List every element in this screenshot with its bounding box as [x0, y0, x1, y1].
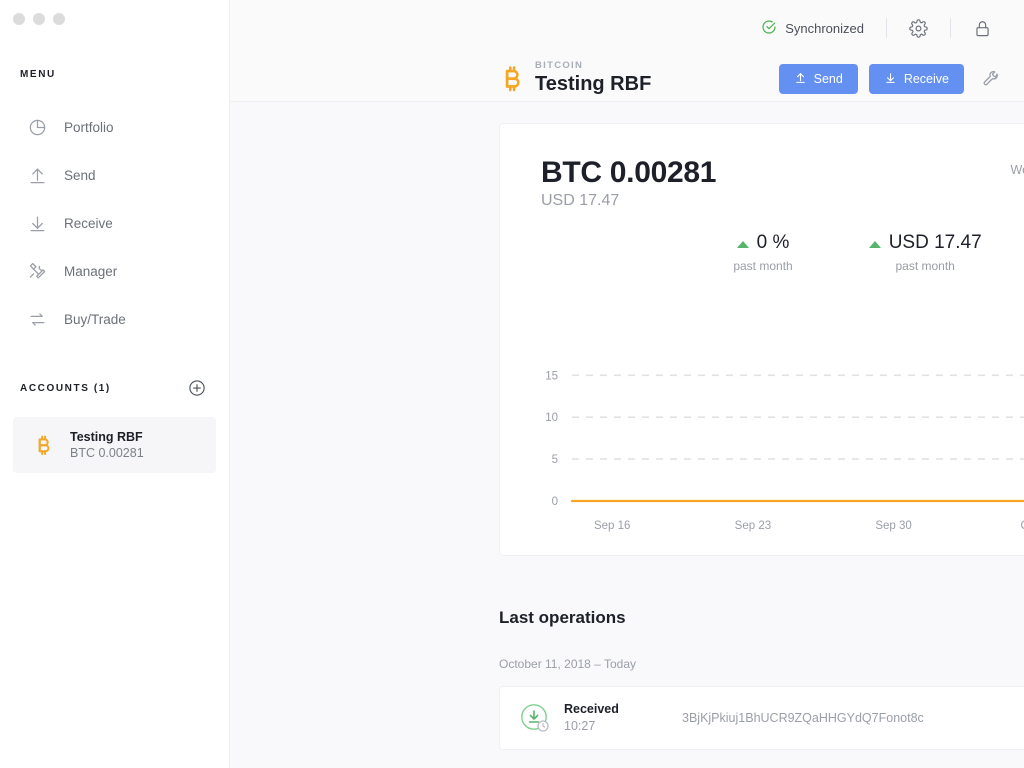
sidebar-item-label: Send — [64, 167, 96, 183]
balance-primary: BTC 0.00281 — [541, 156, 717, 189]
x-axis-tick-label: Oct 7 — [1021, 520, 1024, 532]
x-axis-tick-label: Sep 30 — [875, 520, 911, 532]
send-button[interactable]: Send — [778, 63, 858, 94]
delta-percent-period: past month — [733, 259, 793, 273]
delta-indicators: 0 % past month USD 17.47 past month — [500, 232, 1024, 273]
x-axis-tick-label: Sep 23 — [735, 520, 771, 532]
pie-chart-icon — [26, 116, 48, 138]
delta-fiat-value: USD 17.47 — [888, 232, 982, 253]
top-bar: Synchronized — [230, 0, 1024, 56]
operation-time: 10:27 — [564, 719, 596, 733]
balance-chart[interactable]: 0 5 10 15 Sep 16 Sep 23 Sep 30 Oct 7 — [500, 324, 1024, 539]
account-currency-label: BITCOIN — [535, 60, 584, 71]
bitcoin-icon — [33, 435, 53, 456]
arrow-up-icon — [794, 71, 807, 87]
account-text: Testing RBF BTC 0.00281 — [70, 429, 144, 462]
balance-secondary: USD 17.47 — [541, 192, 620, 209]
tools-icon — [26, 260, 48, 282]
account-balance: BTC 0.00281 — [70, 445, 144, 460]
x-axis-tick-label: Sep 16 — [594, 520, 630, 532]
accounts-section-title: ACCOUNTS (1) — [20, 382, 111, 394]
triangle-up-icon — [868, 240, 881, 248]
wrench-icon[interactable] — [982, 70, 1000, 88]
arrow-down-icon — [884, 71, 897, 87]
account-header: BITCOIN Testing RBF Send Receive — [230, 56, 1024, 102]
table-row[interactable]: Received 10:27 3BjKjPkiuj1BhUCR9ZQaHHGYd… — [499, 686, 1024, 750]
operation-type: Received — [564, 702, 619, 716]
y-axis-tick-label: 5 — [552, 454, 558, 466]
app-window: MENU Portfolio Send Receive Manager Buy/… — [0, 0, 1024, 768]
y-axis-tick-label: 10 — [545, 412, 558, 424]
arrow-down-icon — [26, 212, 48, 234]
sidebar-item-manager[interactable]: Manager — [0, 247, 230, 295]
menu-list: Portfolio Send Receive Manager Buy/Trade — [0, 103, 230, 343]
page-title: Testing RBF — [535, 73, 652, 95]
sidebar-item-receive[interactable]: Receive — [0, 199, 230, 247]
receive-button[interactable]: Receive — [868, 63, 964, 94]
sidebar-account-testing-rbf[interactable]: Testing RBF BTC 0.00281 — [13, 417, 216, 473]
bitcoin-icon — [499, 62, 525, 96]
last-operations-title: Last operations — [499, 608, 626, 627]
y-axis-tick-label: 15 — [545, 370, 558, 382]
divider — [950, 18, 951, 38]
sidebar: MENU Portfolio Send Receive Manager Buy/… — [0, 0, 230, 768]
lock-icon[interactable] — [973, 19, 992, 38]
arrow-up-icon — [26, 164, 48, 186]
send-button-label: Send — [813, 71, 843, 86]
maximize-button[interactable] — [53, 13, 65, 25]
account-name: Testing RBF — [70, 429, 143, 444]
sync-status-label: Synchronized — [785, 20, 864, 36]
operation-meta: Received 10:27 — [564, 701, 682, 735]
receive-button-label: Receive — [903, 71, 949, 86]
minimize-button[interactable] — [33, 13, 45, 25]
sidebar-item-label: Receive — [64, 215, 113, 231]
triangle-up-icon — [736, 240, 749, 248]
gear-icon[interactable] — [909, 18, 928, 38]
window-controls[interactable] — [13, 13, 65, 25]
y-axis-tick-label: 0 — [552, 496, 558, 508]
exchange-icon — [26, 308, 48, 330]
time-range-selector: Week Month Year — [997, 156, 1024, 184]
plus-circle-icon[interactable] — [188, 379, 206, 397]
balance-chart-card: BTC 0.00281 USD 17.47 Week Month Year 0 … — [499, 123, 1024, 556]
operations-date-group: October 11, 2018 – Today — [499, 657, 636, 671]
sidebar-item-send[interactable]: Send — [0, 151, 230, 199]
operation-address: 3BjKjPkiuj1BhUCR9ZQaHHGYdQ7Fonot8c — [682, 711, 924, 725]
check-circle-icon — [761, 19, 777, 38]
sidebar-item-label: Buy/Trade — [64, 311, 126, 327]
sidebar-item-label: Manager — [64, 263, 118, 279]
sidebar-item-buy-trade[interactable]: Buy/Trade — [0, 295, 230, 343]
chart-line — [570, 499, 1024, 503]
tab-week[interactable]: Week — [997, 156, 1024, 184]
delta-percent-value: 0 % — [756, 232, 790, 253]
delta-fiat: USD 17.47 past month — [868, 232, 982, 273]
sidebar-item-portfolio[interactable]: Portfolio — [0, 103, 230, 151]
accounts-section-header: ACCOUNTS (1) — [20, 379, 210, 397]
main-content: Synchronized BITCOIN Testing RBF Send Re… — [230, 0, 1024, 768]
menu-section-title: MENU — [20, 69, 56, 80]
delta-percent: 0 % past month — [733, 232, 792, 273]
divider — [886, 18, 887, 38]
sidebar-item-label: Portfolio — [64, 119, 114, 135]
receive-pending-icon — [520, 703, 550, 733]
sync-status[interactable]: Synchronized — [761, 19, 864, 38]
account-title-block: BITCOIN Testing RBF — [535, 60, 779, 97]
delta-fiat-period: past month — [895, 259, 955, 273]
chart-area-fill — [572, 355, 1024, 501]
close-button[interactable] — [13, 13, 25, 25]
